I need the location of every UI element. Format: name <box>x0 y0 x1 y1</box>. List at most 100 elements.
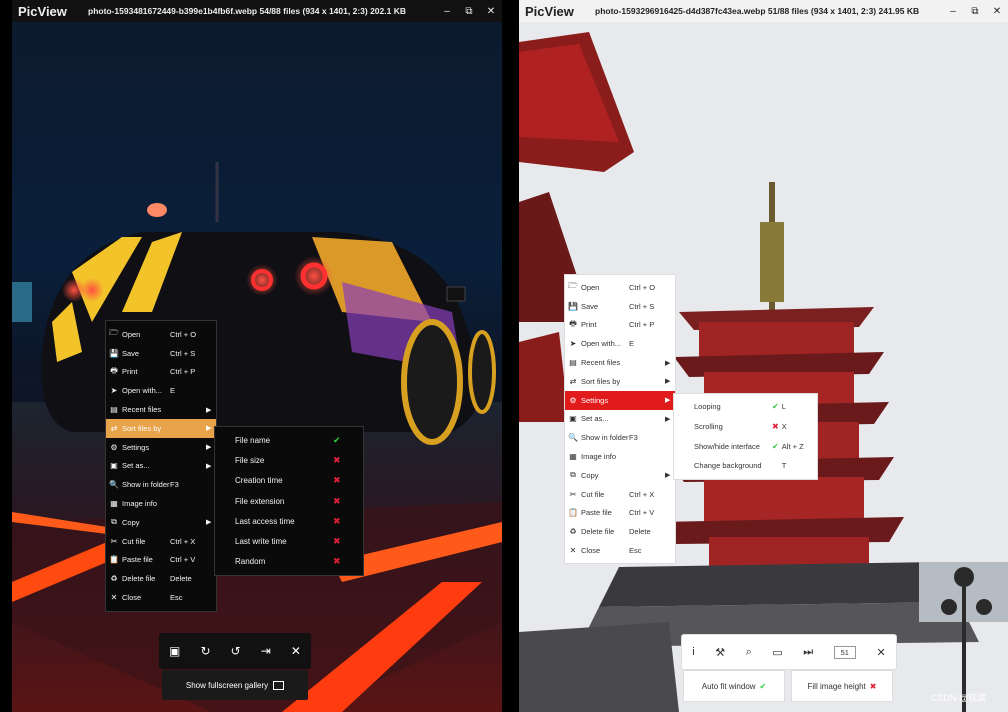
fullscreen-icon[interactable]: ⧉ <box>458 0 480 22</box>
menu-item-close[interactable]: ✕ Close Esc <box>565 541 675 560</box>
print-icon: 🖶 <box>569 318 577 328</box>
menu-item-shortcut: Ctrl + P <box>629 320 655 330</box>
fill-image-height-button[interactable]: Fill image height ✖ <box>791 670 893 702</box>
menu-item-label: Print <box>581 320 597 330</box>
menu-item-set-as[interactable]: ▣ Set as... ▶ <box>106 457 216 476</box>
submenu-item[interactable]: Change background T <box>674 456 817 476</box>
submenu-item[interactable]: File name ✔ <box>215 430 363 450</box>
close-window-icon[interactable]: ✕ <box>480 0 502 22</box>
rotate-right-icon[interactable]: ↻ <box>200 644 210 658</box>
menu-item-label: Print <box>122 367 138 377</box>
submenu-item[interactable]: Last access time ✖ <box>215 511 363 531</box>
open-icon: 🗁 <box>109 328 119 338</box>
menu-item-label: Delete file <box>122 574 156 584</box>
menu-item-sort[interactable]: ⇄ Sort files by ▶ <box>106 418 216 438</box>
app-logo: PicView <box>525 3 574 19</box>
tools-icon[interactable]: ⚒ <box>715 646 725 659</box>
cut-icon: ✂ <box>569 489 577 499</box>
close-toolbar-icon[interactable]: ✕ <box>877 646 886 659</box>
menu-item-label: Cut file <box>122 536 146 546</box>
menu-item-paste[interactable]: 📋 Paste file Ctrl + V <box>565 504 675 523</box>
recent-icon: ▤ <box>110 405 118 415</box>
submenu-item[interactable]: Random ✖ <box>215 552 363 572</box>
menu-item-open-with[interactable]: ➤ Open with... E <box>565 334 675 353</box>
show-fullscreen-gallery-button[interactable]: Show fullscreen gallery <box>162 670 308 700</box>
close-toolbar-icon[interactable]: ✕ <box>291 644 301 658</box>
menu-item-shortcut: E <box>170 386 176 396</box>
app-logo: PicView <box>18 3 67 19</box>
menu-item-cut[interactable]: ✂ Cut file Ctrl + X <box>565 485 675 504</box>
menu-item-close[interactable]: ✕ Close Esc <box>106 588 216 607</box>
submenu-item[interactable]: Last write time ✖ <box>215 531 363 551</box>
menu-item-shortcut: Ctrl + P <box>170 367 196 377</box>
cross-icon: ✖ <box>772 422 779 432</box>
cross-icon: ✖ <box>333 495 341 506</box>
submenu-item[interactable]: File extension ✖ <box>215 491 363 511</box>
menu-item-info[interactable]: ▦ Image info <box>106 494 216 513</box>
menu-item-label: Sort files by <box>581 376 621 386</box>
close-window-icon[interactable]: ✕ <box>986 0 1008 22</box>
check-icon: ✔ <box>772 402 779 412</box>
menu-item-print[interactable]: 🖶 Print Ctrl + P <box>106 363 216 382</box>
titlebar[interactable]: PicView photo-1593481672449-b399e1b4fb6f… <box>12 0 502 22</box>
submenu-item[interactable]: Creation time ✖ <box>215 471 363 491</box>
menu-item-label: Settings <box>581 395 609 405</box>
flip-icon[interactable]: ⇥ <box>261 644 271 658</box>
gallery-icon[interactable]: ▣ <box>169 644 180 658</box>
menu-item-delete[interactable]: ♻ Delete file Delete <box>565 522 675 541</box>
submenu-item[interactable]: Show/hide interface ✔ Alt + Z <box>674 436 817 456</box>
cross-icon: ✖ <box>333 515 341 526</box>
check-icon: ✔ <box>772 441 779 451</box>
menu-item-paste[interactable]: 📋 Paste file Ctrl + V <box>106 551 216 570</box>
info-icon[interactable]: i <box>692 646 694 658</box>
menu-item-set-as[interactable]: ▣ Set as... ▶ <box>565 410 675 429</box>
fill-height-label: Fill image height <box>807 681 866 691</box>
window-title: photo-1593481672449-b399e1b4fb6f.webp 54… <box>88 6 406 16</box>
menu-item-sort[interactable]: ⇄ Sort files by ▶ <box>565 372 675 391</box>
folder-icon: 🔍 <box>568 433 578 443</box>
comment-icon[interactable]: ▭ <box>772 646 782 659</box>
info-icon: ▦ <box>110 499 118 509</box>
menu-item-settings[interactable]: ⚙ Settings ▶ <box>106 438 216 457</box>
auto-fit-window-button[interactable]: Auto fit window ✔ <box>683 670 785 702</box>
menu-item-print[interactable]: 🖶 Print Ctrl + P <box>565 316 675 335</box>
search-icon[interactable]: ⌕ <box>746 646 752 659</box>
menu-item-copy[interactable]: ⧉ Copy ▶ <box>565 466 675 485</box>
skip-to-icon[interactable]: ⏭ <box>803 646 813 659</box>
menu-item-open[interactable]: 🗁 Open Ctrl + O <box>106 325 216 344</box>
submenu-item[interactable]: File size ✖ <box>215 450 363 470</box>
submenu-item-label: Looping <box>694 402 721 412</box>
menu-item-cut[interactable]: ✂ Cut file Ctrl + X <box>106 532 216 551</box>
titlebar[interactable]: PicView photo-1593296916425-d4d387fc43ea… <box>519 0 1008 22</box>
close-icon: ✕ <box>110 593 118 603</box>
menu-item-folder[interactable]: 🔍 Show in folder F3 <box>565 428 675 447</box>
menu-item-save[interactable]: 💾 Save Ctrl + S <box>106 344 216 363</box>
menu-item-folder[interactable]: 🔍 Show in folder F3 <box>106 475 216 494</box>
page-number-input[interactable]: 51 <box>833 645 856 659</box>
menu-item-open[interactable]: 🗁 Open Ctrl + O <box>565 278 675 297</box>
menu-item-recent[interactable]: ▤ Recent files ▶ <box>106 400 216 419</box>
submenu-item[interactable]: Scrolling ✖ X <box>674 417 817 437</box>
minimize-icon[interactable]: ‒ <box>436 0 458 22</box>
cross-icon: ✖ <box>333 454 341 465</box>
photo-sports-car <box>12 22 502 712</box>
settings-submenu: Looping ✔ L Scrolling ✖ X Show/hide interface ✔… <box>673 393 818 480</box>
submenu-item[interactable]: Looping ✔ L <box>674 397 817 417</box>
menu-item-delete[interactable]: ♻ Delete file Delete <box>106 569 216 588</box>
menu-item-open-with[interactable]: ➤ Open with... E <box>106 381 216 400</box>
menu-item-label: Copy <box>581 470 599 480</box>
fullscreen-icon[interactable]: ⧉ <box>964 0 986 22</box>
menu-item-label: Save <box>122 348 140 358</box>
menu-item-settings[interactable]: ⚙ Settings ▶ <box>565 390 675 410</box>
menu-item-label: Open with... <box>581 339 622 349</box>
menu-item-info[interactable]: ▦ Image info <box>565 447 675 466</box>
minimize-icon[interactable]: ‒ <box>942 0 964 22</box>
submenu-item-label: Scrolling <box>694 422 723 432</box>
menu-item-save[interactable]: 💾 Save Ctrl + S <box>565 297 675 316</box>
sort-files-submenu: File name ✔ File size ✖ Creation time ✖ File e… <box>214 426 364 577</box>
menu-item-copy[interactable]: ⧉ Copy ▶ <box>106 513 216 532</box>
print-icon: 🖶 <box>110 365 118 375</box>
menu-item-label: Show in folder <box>581 433 629 443</box>
menu-item-recent[interactable]: ▤ Recent files ▶ <box>565 353 675 372</box>
rotate-left-icon[interactable]: ↺ <box>231 644 241 658</box>
